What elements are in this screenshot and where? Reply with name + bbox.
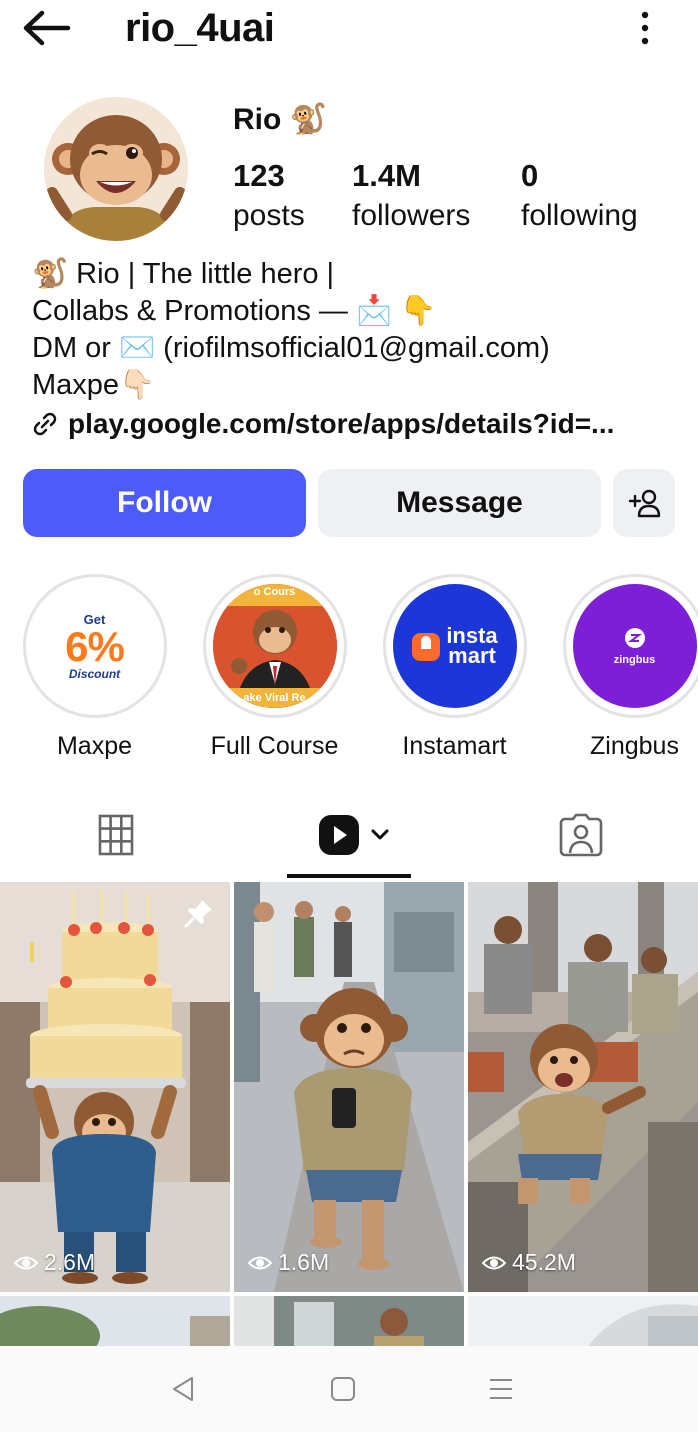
view-count: 45.2M (482, 1249, 576, 1276)
grid-icon (98, 814, 134, 856)
reel-thumbnail (468, 1296, 698, 1346)
highlight-ring: Get 6% Discount (22, 574, 167, 718)
back-nav-icon[interactable] (170, 1376, 196, 1402)
grid-tab[interactable] (56, 800, 176, 870)
link-icon (33, 412, 57, 436)
posts-count: 123 (233, 158, 285, 193)
following-count: 0 (521, 158, 539, 193)
zingbus-logo-text: zingbus (613, 653, 656, 666)
bio-line[interactable]: DM or ✉️ (riofilmsofficial01@gmail.com) (32, 330, 672, 367)
reel-thumbnail (0, 882, 230, 1292)
more-vertical-icon[interactable] (636, 10, 654, 46)
following-label: following (521, 199, 638, 232)
reel-post[interactable]: 45.2M (468, 882, 698, 1292)
highlight-label: Maxpe (56, 732, 133, 760)
monkey-suit-image (212, 584, 337, 708)
view-count: 1.6M (248, 1249, 329, 1276)
profile-link[interactable]: play.google.com/store/apps/details?id=..… (30, 408, 614, 440)
views-eye-icon (482, 1256, 506, 1269)
highlight-zingbus[interactable]: zingbus Zingbus (562, 574, 698, 761)
view-count: 2.6M (14, 1249, 95, 1276)
highlight-ring: o Cours ake Viral Re (202, 574, 347, 718)
zingbus-logo: zingbus (572, 584, 697, 708)
highlight-full-course[interactable]: o Cours ake Viral Re Full Course (202, 574, 347, 761)
instamart-logo: insta mart (392, 584, 517, 708)
bio-line: Maxpe👇🏻 (32, 369, 156, 401)
view-count-text: 45.2M (512, 1249, 576, 1275)
reel-post[interactable]: 1.6M (234, 882, 464, 1292)
highlight-ring: zingbus (562, 574, 698, 718)
profile-display-name: Rio 🐒 (233, 103, 328, 136)
full-course-thumbnail: o Cours ake Viral Re (212, 584, 337, 708)
views-eye-icon (248, 1256, 272, 1269)
highlight-maxpe[interactable]: Get 6% Discount Maxpe (22, 574, 167, 761)
message-button[interactable]: Message (318, 469, 601, 537)
monkey-avatar-image (44, 97, 188, 241)
follow-button[interactable]: Follow (23, 469, 306, 537)
reels-icon (319, 815, 389, 855)
full-course-banner-bottom: ake Viral Re (243, 692, 306, 704)
reel-thumbnail (468, 882, 698, 1292)
instamart-logo-line2: mart (448, 643, 496, 668)
person-add-icon (628, 489, 661, 518)
highlight-label: Zingbus (590, 732, 679, 760)
reel-post[interactable]: 2.6M (0, 882, 230, 1292)
reels-tab[interactable] (300, 800, 410, 870)
reel-thumbnail (234, 1296, 464, 1346)
instamart-bag-icon (412, 633, 441, 661)
profile-link-text[interactable]: play.google.com/store/apps/details?id=..… (68, 408, 614, 440)
bio-line: Collabs & Promotions — 📩 👇 (32, 295, 437, 327)
maxpe-badge: Get 6% Discount (32, 584, 157, 708)
full-course-banner-top: o Cours (253, 586, 296, 598)
home-nav-icon[interactable] (330, 1376, 356, 1402)
followers-label: followers (352, 199, 471, 232)
active-tab-indicator (287, 874, 411, 878)
view-count-text: 1.6M (278, 1249, 330, 1275)
highlight-ring: insta mart (382, 574, 527, 718)
followers-count: 1.4M (352, 158, 421, 193)
maxpe-badge-bottom: Discount (68, 666, 121, 681)
posts-stat[interactable]: 123 posts (233, 158, 305, 238)
reel-thumbnail (234, 882, 464, 1292)
highlight-label: Full Course (210, 732, 339, 760)
followers-stat[interactable]: 1.4M followers (352, 158, 470, 238)
profile-bio: 🐒 Rio | The little hero | Collabs & Prom… (32, 256, 672, 404)
reel-post[interactable] (0, 1296, 230, 1346)
view-count-text: 2.6M (44, 1249, 96, 1275)
tagged-tab[interactable] (521, 800, 641, 870)
views-eye-icon (14, 1256, 38, 1269)
posts-label: posts (233, 199, 305, 232)
reel-post[interactable] (468, 1296, 698, 1346)
recents-nav-icon[interactable] (488, 1376, 514, 1402)
add-user-button[interactable] (613, 469, 675, 537)
profile-avatar[interactable] (44, 97, 188, 241)
tagged-person-icon (559, 813, 603, 857)
zingbus-mark-icon (624, 627, 645, 648)
highlight-label: Instamart (402, 732, 507, 760)
bio-line: 🐒 Rio | The little hero | (32, 258, 335, 290)
reel-thumbnail (0, 1296, 230, 1346)
highlight-instamart[interactable]: insta mart Instamart (382, 574, 527, 761)
system-nav-bar (0, 1346, 698, 1432)
profile-username: rio_4uai (125, 6, 275, 50)
arrow-left-icon[interactable] (22, 10, 72, 46)
reel-post[interactable] (234, 1296, 464, 1346)
maxpe-badge-main: 6% (65, 622, 125, 670)
top-bar: rio_4uai (0, 0, 698, 62)
pin-icon (184, 900, 212, 928)
following-stat[interactable]: 0 following (521, 158, 638, 238)
